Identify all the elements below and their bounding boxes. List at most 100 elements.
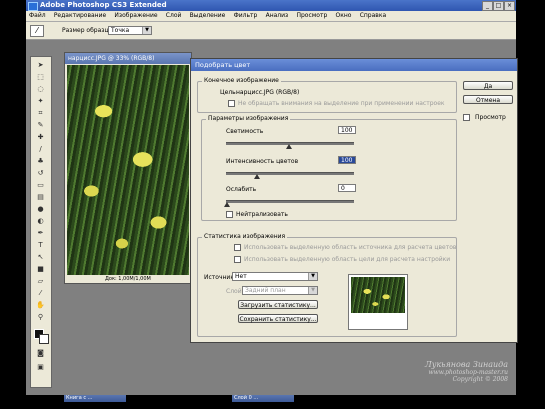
close-button[interactable]: × (504, 1, 515, 11)
path-selection-icon[interactable]: ↖ (34, 253, 47, 261)
image-options-group: Параметры изображения Светимость 100 Инт… (201, 115, 457, 221)
color-intensity-slider-track[interactable] (226, 172, 354, 175)
menu-view[interactable]: Просмотр (293, 11, 330, 21)
menu-layer[interactable]: Слой (163, 11, 185, 21)
source-value: Нет (235, 273, 247, 280)
menu-window[interactable]: Окно (333, 11, 355, 21)
color-intensity-input[interactable]: 100 (338, 156, 356, 164)
document-title-bar[interactable]: нарцисс.JPG @ 33% (RGB/8) (65, 53, 191, 64)
crop-tool-icon[interactable]: ⌗ (34, 109, 47, 117)
shape-tool-icon[interactable]: ■ (34, 265, 47, 273)
chevron-down-icon: ▼ (308, 273, 317, 280)
sample-size-label: Размер образца: (62, 27, 115, 34)
healing-brush-icon[interactable]: ✚ (34, 133, 47, 141)
minimized-window-2[interactable]: Слой 0 ... (232, 395, 294, 402)
minimize-button[interactable]: _ (482, 1, 493, 11)
use-target-selection-label: Использовать выделенную область цели для… (244, 256, 451, 263)
neutralize-label: Нейтрализовать (236, 211, 288, 218)
watermark-name: Лукьянова Зинаида (425, 360, 508, 369)
preview-checkbox[interactable] (463, 114, 470, 121)
background-color-swatch[interactable] (39, 334, 49, 344)
layer-label: Слой: (226, 288, 244, 295)
photoshop-app-icon (28, 2, 38, 11)
target-image-group: Конечное изображение Цель: нарцисс.JPG (… (197, 77, 457, 113)
quick-mask-icon[interactable]: ◙ (34, 349, 47, 357)
sample-size-value: Точка (111, 27, 130, 34)
luminance-input[interactable]: 100 (338, 126, 356, 134)
daffodil-thumbnail (351, 277, 405, 313)
menu-edit[interactable]: Редактирование (51, 11, 109, 21)
app-title: Adobe Photoshop CS3 Extended (40, 1, 167, 9)
dialog-title-bar[interactable]: Подобрать цвет (191, 59, 517, 71)
dialog-title: Подобрать цвет (195, 61, 251, 69)
toolbox: ➤ ⬚ ◌ ✦ ⌗ ✎ ✚ / ♣ ↺ ▭ ▤ ● ◐ ✒ T ↖ ■ ▱ ⁄ … (30, 56, 52, 388)
chevron-down-icon: ▼ (308, 287, 317, 294)
sample-size-select[interactable]: Точка ▼ (108, 26, 152, 35)
slice-tool-icon[interactable]: ✎ (34, 121, 47, 129)
history-brush-icon[interactable]: ↺ (34, 169, 47, 177)
load-statistics-button[interactable]: Загрузить статистику... (238, 300, 318, 309)
fade-slider-thumb[interactable] (224, 202, 230, 207)
chevron-down-icon: ▼ (142, 27, 151, 34)
clone-stamp-icon[interactable]: ♣ (34, 157, 47, 165)
eyedropper-tool-icon[interactable]: ⁄ (34, 289, 47, 297)
minimized-window-1-title: Книга с ... (66, 395, 93, 401)
menu-image[interactable]: Изображение (111, 11, 160, 21)
gradient-tool-icon[interactable]: ▤ (34, 193, 47, 201)
blur-tool-icon[interactable]: ● (34, 205, 47, 213)
type-tool-icon[interactable]: T (34, 241, 47, 249)
eraser-tool-icon[interactable]: ▭ (34, 181, 47, 189)
move-tool-icon[interactable]: ➤ (34, 61, 47, 69)
document-status: Док: 1,00М/1,00М (65, 275, 191, 283)
use-source-selection-label: Использовать выделенную область источник… (244, 244, 457, 251)
zoom-tool-icon[interactable]: ⚲ (34, 313, 47, 321)
fade-input[interactable]: 0 (338, 184, 356, 192)
watermark-site: www.photoshop-master.ru (428, 369, 508, 376)
magic-wand-icon[interactable]: ✦ (34, 97, 47, 105)
dodge-tool-icon[interactable]: ◐ (34, 217, 47, 225)
neutralize-checkbox[interactable] (226, 211, 233, 218)
layer-select[interactable]: Задний план ▼ (242, 286, 318, 295)
image-options-label: Параметры изображения (206, 115, 291, 122)
document-status-text: Док: 1,00М/1,00М (105, 276, 151, 282)
maximize-button[interactable]: □ (493, 1, 504, 11)
menu-file[interactable]: Файл (26, 11, 49, 21)
save-statistics-button[interactable]: Сохранить статистику... (238, 314, 318, 323)
menu-filter[interactable]: Фильтр (231, 11, 261, 21)
menu-select[interactable]: Выделение (187, 11, 229, 21)
document-title: нарцисс.JPG @ 33% (RGB/8) (68, 55, 155, 62)
source-select[interactable]: Нет ▼ (232, 272, 318, 281)
menu-analysis[interactable]: Анализ (263, 11, 292, 21)
minimized-window-1[interactable]: Книга с ... (64, 395, 126, 402)
lasso-tool-icon[interactable]: ◌ (34, 85, 47, 93)
screen-mode-icon[interactable]: ▣ (34, 363, 47, 371)
app-title-bar: Adobe Photoshop CS3 Extended _ □ × (26, 0, 516, 11)
notes-tool-icon[interactable]: ▱ (34, 277, 47, 285)
document-window: нарцисс.JPG @ 33% (RGB/8) Док: 1,00М/1,0… (64, 52, 192, 284)
pen-tool-icon[interactable]: ✒ (34, 229, 47, 237)
minimized-window-2-title: Слой 0 ... (234, 395, 259, 401)
menu-bar: Файл Редактирование Изображение Слой Выд… (26, 11, 516, 22)
luminance-slider-thumb[interactable] (286, 144, 292, 149)
marquee-tool-icon[interactable]: ⬚ (34, 73, 47, 81)
color-intensity-slider-thumb[interactable] (254, 174, 260, 179)
hand-tool-icon[interactable]: ✋ (34, 301, 47, 309)
eyedropper-icon[interactable]: ⁄ (30, 25, 44, 37)
options-bar: ⁄ Размер образца: Точка ▼ (26, 22, 516, 40)
brush-tool-icon[interactable]: / (34, 145, 47, 153)
fade-label: Ослабить (226, 186, 257, 193)
use-source-selection-checkbox[interactable] (234, 244, 241, 251)
menu-help[interactable]: Справка (357, 11, 389, 21)
preview-label: Просмотр (475, 114, 506, 121)
luminance-label: Светимость (226, 128, 264, 135)
cancel-button[interactable]: Отмена (463, 95, 513, 104)
fade-slider-track[interactable] (226, 200, 354, 203)
ok-button[interactable]: Да (463, 81, 513, 90)
match-color-dialog: Подобрать цвет Конечное изображение Цель… (190, 58, 518, 343)
color-intensity-label: Интенсивность цветов (226, 158, 299, 165)
layer-value: Задний план (245, 287, 286, 294)
statistics-group-label: Статистика изображения (202, 233, 288, 240)
image-statistics-group: Статистика изображения Использовать выде… (197, 233, 457, 337)
ignore-selection-checkbox[interactable] (228, 100, 235, 107)
use-target-selection-checkbox[interactable] (234, 256, 241, 263)
